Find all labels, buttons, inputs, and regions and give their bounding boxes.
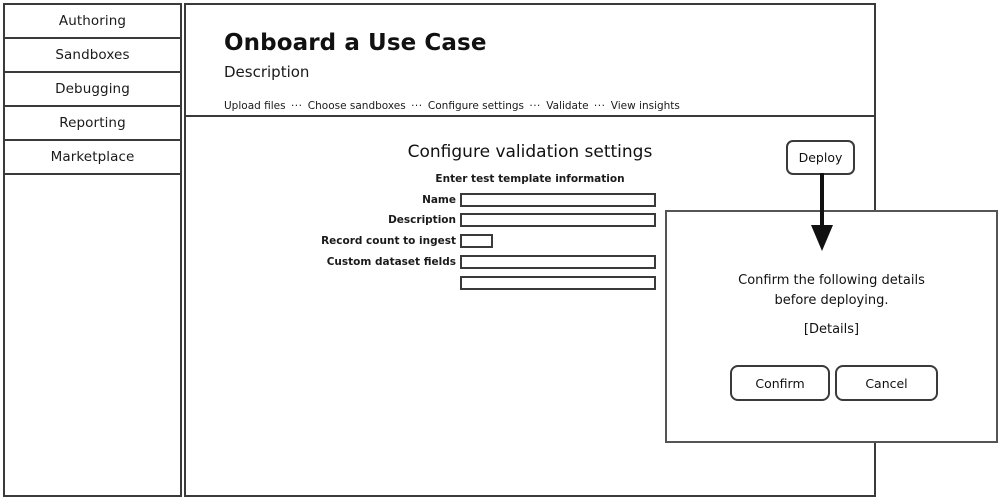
section-title: Configure validation settings: [407, 142, 653, 162]
field-label-record-count-to-ingest: Record count to ingest: [321, 235, 456, 247]
page-title: Onboard a Use Case: [224, 30, 487, 56]
cancel-button-label: Cancel: [865, 375, 908, 391]
sidebar-empty-area: [5, 175, 180, 209]
sidebar-item-sandboxes[interactable]: Sandboxes: [5, 39, 180, 73]
custom-dataset-fields-input[interactable]: [460, 255, 656, 269]
breadcrumb-step-validate[interactable]: Validate: [546, 100, 588, 112]
description-input[interactable]: [460, 213, 656, 227]
breadcrumb-separator: ···: [529, 100, 541, 112]
deploy-button-label: Deploy: [798, 150, 843, 165]
breadcrumb-step-choose-sandboxes[interactable]: Choose sandboxes: [308, 100, 406, 112]
sidebar-item-label: Reporting: [59, 115, 126, 131]
breadcrumb-step-configure-settings[interactable]: Configure settings: [428, 100, 524, 112]
breadcrumb-separator: ···: [290, 100, 303, 112]
name-input[interactable]: [460, 193, 656, 207]
form-row: Name: [194, 193, 456, 207]
page-subtitle: Description: [224, 63, 310, 81]
custom-dataset-fields-input-secondary[interactable]: [460, 276, 656, 290]
down-arrow-icon: [811, 173, 833, 251]
field-label-name: Name: [422, 194, 456, 206]
page-header: Onboard a Use Case Description Upload fi…: [186, 5, 874, 117]
form-row: Record count to ingest: [194, 234, 456, 248]
form-row: Custom dataset fields: [194, 255, 456, 269]
wireframe-canvas: Authoring Sandboxes Debugging Reporting …: [0, 0, 1000, 501]
sidebar-item-label: Sandboxes: [55, 47, 130, 63]
form-row: Description: [194, 213, 456, 227]
sidebar-item-marketplace[interactable]: Marketplace: [5, 141, 180, 175]
confirm-button-label: Confirm: [755, 375, 805, 391]
field-label-description: Description: [388, 214, 456, 226]
sidebar-item-label: Debugging: [55, 81, 130, 97]
sidebar: Authoring Sandboxes Debugging Reporting …: [3, 3, 182, 497]
record-count-input[interactable]: [460, 234, 493, 248]
breadcrumb: Upload files ··· Choose sandboxes ··· Co…: [224, 100, 680, 112]
breadcrumb-separator: ···: [593, 100, 606, 112]
breadcrumb-step-view-insights[interactable]: View insights: [611, 100, 680, 112]
dialog-message-line2: before deploying.: [774, 293, 889, 308]
sidebar-item-debugging[interactable]: Debugging: [5, 73, 180, 107]
sidebar-item-label: Authoring: [58, 13, 127, 29]
dialog-message-line1: Confirm the following details: [738, 273, 925, 288]
section-subtitle: Enter test template information: [435, 173, 625, 185]
sidebar-item-reporting[interactable]: Reporting: [5, 107, 180, 141]
breadcrumb-separator: ···: [411, 100, 423, 112]
breadcrumb-step-upload-files[interactable]: Upload files: [224, 100, 286, 112]
confirm-button[interactable]: Confirm: [730, 365, 830, 401]
dialog-message: Confirm the following details before dep…: [667, 271, 996, 311]
field-label-custom-dataset-fields: Custom dataset fields: [326, 256, 456, 268]
sidebar-item-authoring[interactable]: Authoring: [5, 5, 180, 39]
cancel-button[interactable]: Cancel: [835, 365, 938, 401]
deploy-button[interactable]: Deploy: [786, 140, 855, 175]
dialog-details-placeholder: [Details]: [803, 322, 860, 337]
sidebar-item-label: Marketplace: [50, 149, 135, 165]
